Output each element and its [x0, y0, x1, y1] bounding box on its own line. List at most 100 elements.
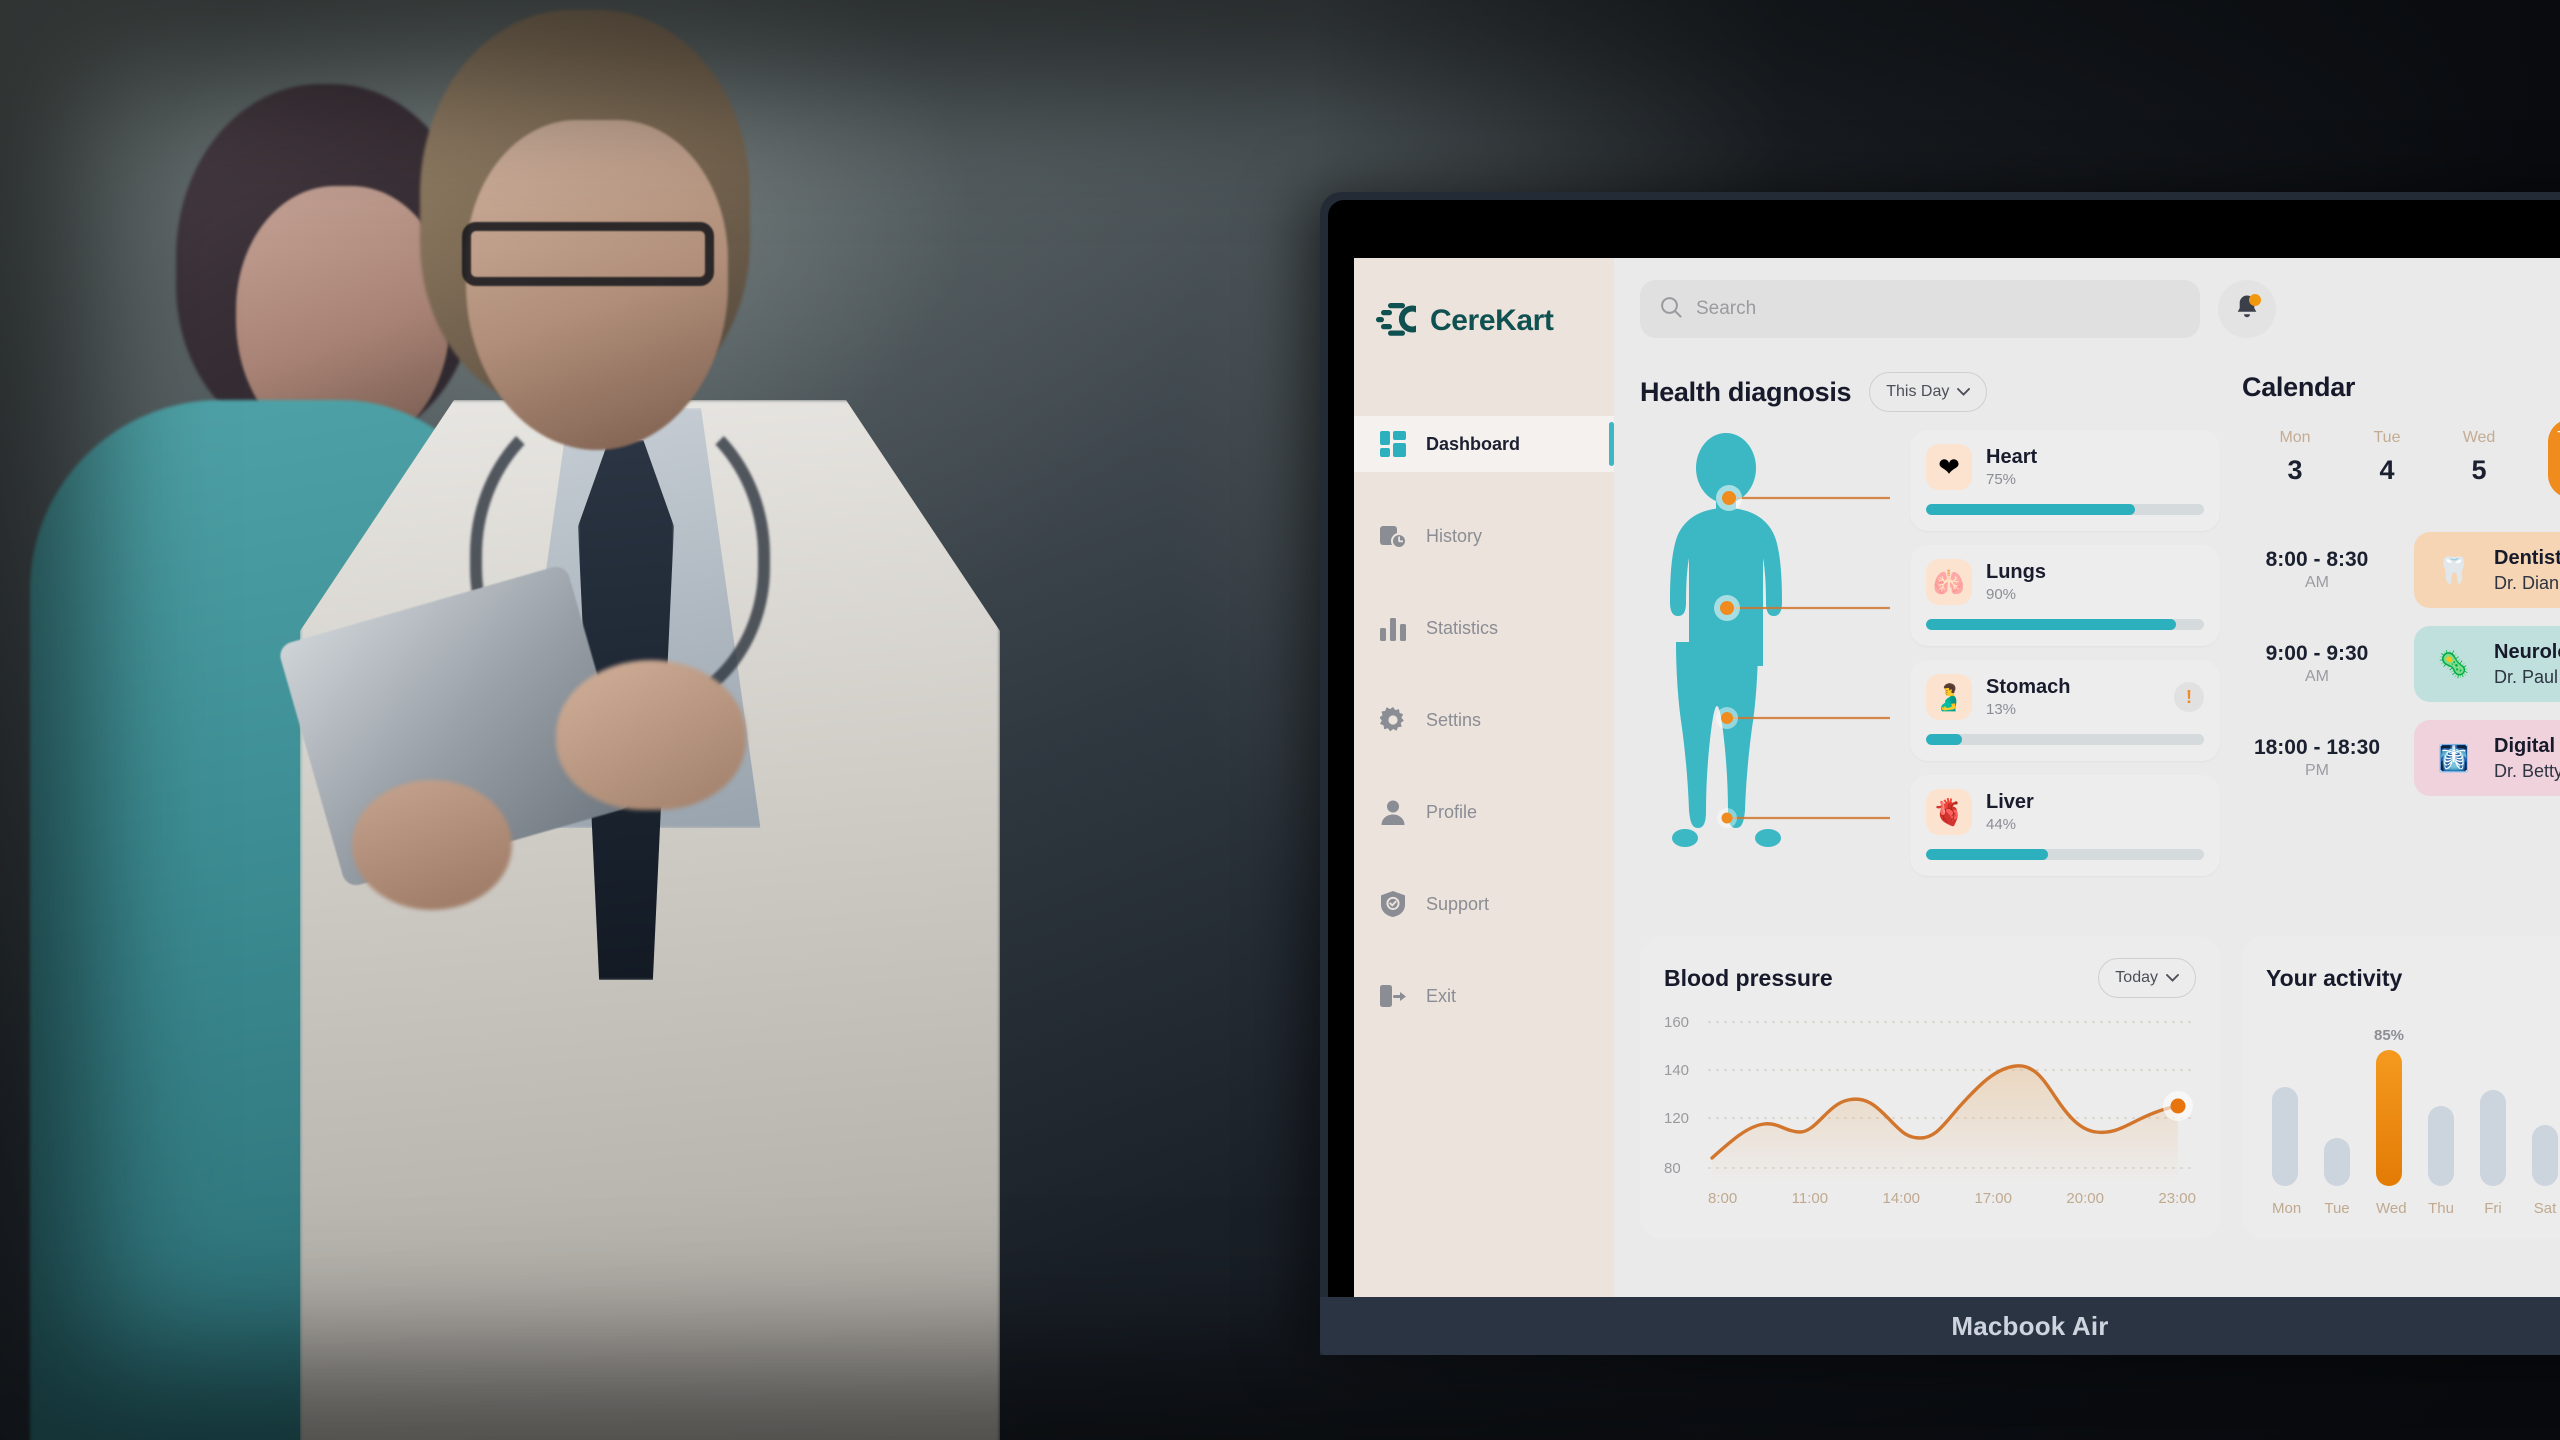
organ-card-text: Stomach 13%: [1986, 676, 2070, 718]
organ-name: Stomach: [1986, 676, 2071, 698]
organ-name: Lungs: [1986, 561, 2046, 583]
device-label: Macbook Air: [1951, 1310, 2109, 1341]
organ-card-stomach[interactable]: 🫃 Stomach 13% !: [1910, 660, 2220, 761]
organ-card-heart[interactable]: ❤ Heart 75%: [1910, 430, 2220, 531]
screenshot-stage: CereKart Dashboard History Statistics Se…: [0, 0, 2560, 1440]
appointment-range: 9:00 - 9:30: [2265, 642, 2369, 665]
activity-bar-thu[interactable]: [2428, 1026, 2454, 1186]
calendar-day-tue[interactable]: Tue 4: [2364, 429, 2410, 498]
brand: CereKart: [1354, 280, 1614, 354]
bp-ytick-120: 120: [1664, 1110, 1690, 1127]
search-icon: [1660, 296, 1682, 323]
person-icon: [1380, 799, 1406, 825]
alert-icon[interactable]: !: [2174, 682, 2204, 712]
bar-chart-icon: [1380, 615, 1406, 641]
appointment-title: Dentist: [2494, 546, 2560, 569]
appointment-ampm: AM: [2305, 574, 2329, 591]
human-body-icon[interactable]: [1640, 430, 1890, 900]
sidebar-item-dashboard[interactable]: Dashboard: [1354, 416, 1614, 472]
laptop-lid: CereKart Dashboard History Statistics Se…: [1320, 192, 2560, 1355]
shield-check-icon: [1380, 891, 1406, 917]
organ-card-top: 🫀 Liver 44%: [1926, 789, 2204, 835]
organ-percent: 13%: [1986, 701, 2017, 718]
neuron-icon: 🦠: [2437, 648, 2471, 679]
activity-bar-wed[interactable]: 85%: [2373, 1026, 2405, 1186]
activity-xtick: Sat: [2533, 1200, 2557, 1217]
calendar-day-mon[interactable]: Mon 3: [2272, 429, 2318, 498]
health-diagnosis-header: Health diagnosis This Day: [1640, 372, 2220, 412]
heart-organ-icon: ❤: [1926, 444, 1972, 490]
organ-card-top: 🫃 Stomach 13% !: [1926, 674, 2204, 720]
search-placeholder: Search: [1696, 298, 1757, 319]
health-diagnosis-section: Health diagnosis This Day ❤ Heart 75% 🫁 …: [1640, 372, 2220, 900]
appointment-range: 18:00 - 18:30: [2253, 736, 2381, 759]
activity-bar-mon[interactable]: [2272, 1026, 2298, 1186]
organ-card-lungs[interactable]: 🫁 Lungs 90%: [1910, 545, 2220, 646]
organ-name: Liver: [1986, 791, 2034, 813]
activity-xtick: Mon: [2272, 1200, 2302, 1217]
organ-progress-bar: [1926, 849, 2204, 860]
history-clock-icon: [1380, 523, 1407, 549]
appointment-title: Neurologist: [2494, 640, 2560, 663]
sidebar-item-history[interactable]: History: [1354, 508, 1614, 564]
organ-card-text: Lungs 90%: [1986, 561, 2046, 603]
search-input[interactable]: Search: [1640, 280, 2200, 338]
bp-xtick: 8:00: [1708, 1190, 1738, 1207]
calendar-day-date: 3: [2287, 455, 2303, 485]
organ-percent: 75%: [1986, 471, 2017, 488]
appointment-card-text: Neurologist Dr. Paul Collins: [2494, 641, 2560, 688]
activity-bar-sat[interactable]: [2532, 1026, 2558, 1186]
activity-xtick: Thu: [2428, 1200, 2454, 1217]
activity-chart: 85%: [2266, 1026, 2560, 1186]
bp-xtick: 17:00: [1974, 1190, 2012, 1207]
sidebar-item-statistics[interactable]: Statistics: [1354, 600, 1614, 656]
activity-bar-fri[interactable]: [2480, 1026, 2506, 1186]
diagnosis-period-label: This Day: [1886, 383, 1950, 400]
page-title: Health diagnosis: [1640, 376, 1852, 407]
bp-xtick: 11:00: [1791, 1190, 1829, 1207]
organ-percent: 44%: [1986, 816, 2017, 833]
sidebar-nav: Dashboard History Statistics Settins Pro…: [1354, 416, 1614, 968]
organ-progress-bar: [1926, 504, 2204, 515]
organ-progress-bar: [1926, 734, 2204, 745]
organ-card-text: Heart 75%: [1986, 446, 2037, 488]
notifications-button[interactable]: [2218, 280, 2276, 338]
blood-pressure-period-dropdown[interactable]: Today: [2098, 958, 2196, 998]
sidebar-item-exit[interactable]: Exit: [1354, 968, 1614, 1024]
appointment-card-text: Digital X-Ray Dr. Betty Woods: [2494, 735, 2560, 782]
organ-card-liver[interactable]: 🫀 Liver 44%: [1910, 775, 2220, 876]
sidebar-item-label: Support: [1426, 893, 1490, 914]
activity-xtick: Fri: [2484, 1200, 2502, 1217]
tooth-icon: 🦷: [2437, 554, 2471, 585]
bp-ytick-160: 160: [1664, 1014, 1690, 1031]
calendar-day-strip: Mon 3 Tue 4 Wed 5: [2242, 419, 2560, 498]
chevron-down-icon: [1957, 383, 1971, 401]
activity-x-axis: Mon Tue Wed Thu Fri Sat Sun: [2266, 1200, 2560, 1217]
activity-bar-value: 85%: [2373, 1027, 2405, 1044]
activity-bar-tue[interactable]: [2324, 1026, 2350, 1186]
sidebar-item-label: Exit: [1426, 985, 1457, 1006]
sidebar-item-profile[interactable]: Profile: [1354, 784, 1614, 840]
bp-x-axis: 8:00 11:00 14:00 17:00 20:00 23:00: [1664, 1190, 2196, 1207]
calendar-section: Calendar Mon 3 Tue 4 Wed 5 8:00 - 8:30 A…: [2242, 372, 2560, 900]
appointment-doctor: Dr. Dianne Fisher: [2494, 572, 2560, 593]
laptop-bezel: CereKart Dashboard History Statistics Se…: [1328, 200, 2560, 1297]
topbar: Search: [1640, 280, 2560, 338]
calendar-header: Calendar: [2242, 372, 2560, 403]
diagnosis-period-dropdown[interactable]: This Day: [1869, 372, 1988, 412]
blood-pressure-card: Blood pressure Today 160 140 120 80 8:00…: [1640, 936, 2220, 1239]
calendar-day-thu-selected[interactable]: Thu 6: [2548, 419, 2560, 498]
calendar-day-date: 4: [2379, 455, 2395, 485]
appointment-card-dentist[interactable]: 🦷 Dentist Dr. Dianne Fisher: [2414, 532, 2560, 608]
appointment-time: 18:00 - 18:30 PM: [2242, 736, 2392, 780]
calendar-day-date: 6: [2548, 455, 2560, 486]
chevron-down-icon: [2166, 969, 2179, 987]
laptop-base: Macbook Air: [1320, 1297, 2560, 1355]
calendar-title: Calendar: [2242, 372, 2356, 402]
appointment-card-xray[interactable]: 🩻 Digital X-Ray Dr. Betty Woods: [2414, 720, 2560, 796]
sidebar-item-settings[interactable]: Settins: [1354, 692, 1614, 748]
appointment-time: 8:00 - 8:30 AM: [2242, 548, 2392, 592]
calendar-day-wed[interactable]: Wed 5: [2456, 429, 2502, 498]
appointment-card-neurologist[interactable]: 🦠 Neurologist Dr. Paul Collins: [2414, 626, 2560, 702]
sidebar-item-support[interactable]: Support: [1354, 876, 1614, 932]
